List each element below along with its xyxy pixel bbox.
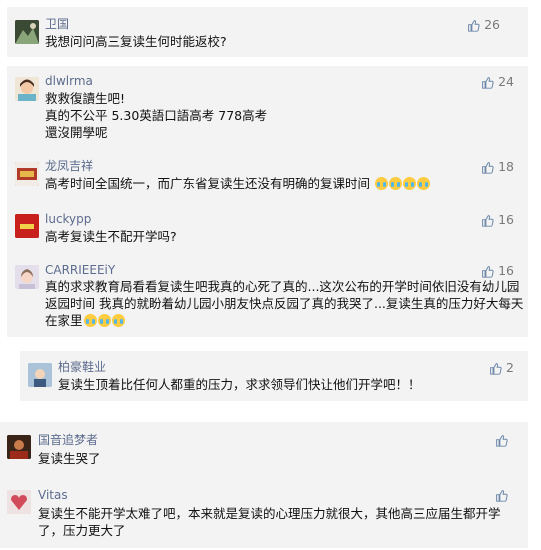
- comment-username[interactable]: Vitas: [38, 488, 68, 502]
- comment-username[interactable]: dlwlrma: [45, 74, 93, 88]
- comment-line: 高考时间全国统一，而广东省复读生还没有明确的复课时间: [45, 176, 371, 191]
- comment-text: 高考复读生不配开学吗?: [45, 228, 177, 245]
- comment-card: 国音追梦者 复读生哭了 Vitas 复读生不能开学太难了吧，本来就是复读的心理压…: [0, 422, 528, 548]
- thumbs-up-icon: [496, 435, 508, 447]
- comment-username[interactable]: luckypp: [45, 212, 91, 226]
- user-avatar-longfeng[interactable]: [15, 162, 39, 186]
- thumbs-up-icon: [468, 19, 480, 32]
- comment-text: 复读生哭了: [38, 450, 101, 467]
- user-avatar-vitas[interactable]: [7, 490, 31, 514]
- like-button[interactable]: 16: [481, 213, 514, 227]
- user-avatar-dlwlrma[interactable]: [15, 77, 39, 101]
- comment-card: 柏豪鞋业 复读生顶着比任何人都重的压力，求求领导们快让他们开学吧！！ 2: [20, 351, 528, 401]
- thumbs-up-icon: [482, 76, 494, 89]
- comment-line: 真的求求教育局看看复读生吧我真的心死了真的...这次公布的开学时间依旧没有幼儿园: [45, 279, 520, 294]
- like-button[interactable]: 16: [481, 264, 514, 278]
- crying-emoji-icon: [375, 177, 388, 190]
- comment-line: 救救復讀生吧!: [45, 91, 126, 106]
- crying-emoji-icon: [111, 314, 125, 327]
- like-count: 18: [498, 159, 514, 174]
- comment-item: 龙凤吉祥 高考时间全国统一，而广东省复读生还没有明确的复课时间 18: [7, 154, 528, 204]
- comment-line: 真的不公平 5.30英語口語高考 778高考: [45, 108, 268, 123]
- like-button[interactable]: 18: [481, 160, 514, 174]
- crying-emoji-icon: [389, 177, 402, 190]
- comment-item: Vitas 复读生不能开学太难了吧，本来就是复读的心理压力就很大，其他高三应届生…: [0, 480, 528, 548]
- like-count: 2: [506, 360, 514, 375]
- comment-username[interactable]: 卫国: [45, 17, 69, 31]
- comment-username[interactable]: 国音追梦者: [38, 433, 98, 447]
- comment-line: 返园时间 我真的就盼着幼儿园小朋友快点反园了真的我哭了...复读生真的压力好大每…: [45, 296, 524, 311]
- comment-line: 在家里: [45, 313, 83, 328]
- comment-item: 国音追梦者 复读生哭了: [0, 422, 528, 478]
- like-count: 24: [498, 74, 514, 89]
- like-button[interactable]: 24: [481, 75, 514, 89]
- thumbs-up-icon: [496, 490, 508, 502]
- like-count: 16: [498, 212, 514, 227]
- like-button[interactable]: 2: [489, 361, 514, 375]
- comment-line: 我想问问高三复读生何时能返校?: [45, 34, 227, 49]
- comment-text: 我想问问高三复读生何时能返校?: [45, 33, 227, 50]
- like-button[interactable]: [495, 434, 512, 447]
- like-button[interactable]: 26: [467, 18, 500, 32]
- comment-line: 高考复读生不配开学吗?: [45, 229, 177, 244]
- comment-line: 复读生顶着比任何人都重的压力，求求领导们快让他们开学吧！！: [58, 377, 421, 392]
- comment-text: 救救復讀生吧! 真的不公平 5.30英語口語高考 778高考 還沒開學呢: [45, 90, 267, 141]
- like-count: 16: [498, 263, 514, 278]
- comment-line: 還沒開學呢: [45, 125, 108, 140]
- comment-item: luckypp 高考复读生不配开学吗? 16: [7, 207, 528, 257]
- comment-card: 卫国 我想问问高三复读生何时能返校? 26: [7, 7, 528, 57]
- user-avatar-guoyin[interactable]: [7, 435, 31, 459]
- comment-text: 高考时间全国统一，而广东省复读生还没有明确的复课时间: [45, 175, 430, 192]
- user-avatar-luckypp[interactable]: [15, 214, 39, 238]
- thumbs-up-icon: [482, 161, 494, 174]
- comment-line: 复读生不能开学太难了吧，本来就是复读的心理压力就很大，其他高三应届生都开学: [38, 506, 501, 521]
- like-button[interactable]: [495, 489, 512, 502]
- comment-username[interactable]: CARRIEEEiY: [45, 263, 115, 277]
- comment-card: dlwlrma 救救復讀生吧! 真的不公平 5.30英語口語高考 778高考 還…: [7, 66, 528, 337]
- thumbs-up-icon: [482, 265, 494, 278]
- user-avatar-baihao[interactable]: [28, 363, 52, 387]
- comment-item: dlwlrma 救救復讀生吧! 真的不公平 5.30英語口語高考 778高考 還…: [7, 66, 528, 148]
- comment-line: 复读生哭了: [38, 451, 101, 466]
- comment-item: CARRIEEEiY 真的求求教育局看看复读生吧我真的心死了真的...这次公布的…: [7, 258, 528, 337]
- crying-emoji-icon: [417, 177, 430, 190]
- crying-emoji-icon: [403, 177, 416, 190]
- like-count: 26: [484, 17, 500, 32]
- thumbs-up-icon: [490, 362, 502, 375]
- crying-emoji-icon: [97, 314, 111, 327]
- comment-item: 柏豪鞋业 复读生顶着比任何人都重的压力，求求领导们快让他们开学吧！！ 2: [20, 351, 528, 401]
- user-avatar-weiguo[interactable]: [15, 20, 39, 44]
- comment-text: 复读生不能开学太难了吧，本来就是复读的心理压力就很大，其他高三应届生都开学 了，…: [38, 505, 501, 539]
- user-avatar-carrie[interactable]: [15, 265, 39, 289]
- comment-item: 卫国 我想问问高三复读生何时能返校? 26: [7, 7, 528, 57]
- comment-text: 真的求求教育局看看复读生吧我真的心死了真的...这次公布的开学时间依旧没有幼儿园…: [45, 278, 523, 329]
- comment-username[interactable]: 龙凤吉祥: [45, 159, 93, 173]
- crying-emoji-icon: [83, 314, 97, 327]
- comment-username[interactable]: 柏豪鞋业: [58, 360, 106, 374]
- comment-text: 复读生顶着比任何人都重的压力，求求领导们快让他们开学吧！！: [58, 376, 421, 393]
- thumbs-up-icon: [482, 214, 494, 227]
- comment-line: 了，压力更大了: [38, 523, 126, 538]
